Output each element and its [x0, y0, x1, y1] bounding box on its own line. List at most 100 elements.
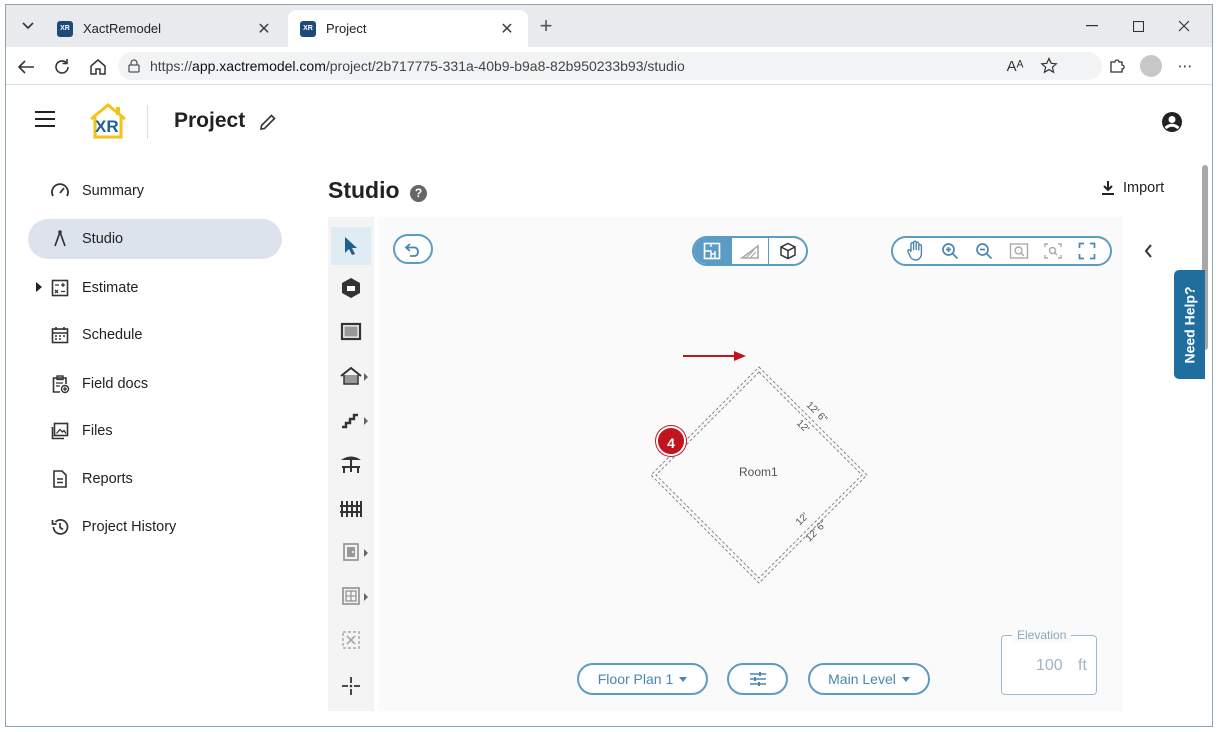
read-aloud-icon: Aᴬ — [1006, 57, 1024, 75]
elevation-field[interactable]: Elevation 100 ft — [1001, 628, 1097, 695]
drawing-toolbar — [328, 217, 374, 711]
floor-plan-dropdown[interactable]: Floor Plan 1 — [577, 663, 708, 695]
close-icon[interactable]: ✕ — [498, 19, 516, 39]
sidebar-item-label: Studio — [82, 231, 124, 247]
deck-umbrella-icon — [341, 456, 361, 473]
sidebar-item-schedule[interactable]: Schedule — [28, 315, 282, 355]
level-dropdown[interactable]: Main Level — [808, 663, 930, 695]
account-button[interactable] — [1161, 111, 1183, 133]
profile-button[interactable] — [1136, 51, 1166, 81]
url-path: /project/2b717775-331a-40b9-b9a8-82b9502… — [325, 58, 685, 74]
maximize-button[interactable] — [1115, 13, 1161, 39]
sidebar-item-studio[interactable]: Studio — [28, 219, 282, 259]
door-tool[interactable] — [331, 533, 371, 571]
level-label: Main Level — [828, 671, 896, 687]
sliders-icon — [749, 672, 766, 686]
tab-search-button[interactable] — [13, 13, 43, 39]
refresh-button[interactable] — [50, 55, 74, 79]
sidebar-item-label: Reports — [82, 471, 133, 487]
sidebar-item-estimate[interactable]: Estimate — [28, 268, 282, 308]
compass-icon — [54, 230, 66, 247]
submenu-caret-icon — [364, 417, 368, 425]
sidebar-item-summary[interactable]: Summary — [28, 171, 282, 211]
read-aloud-button[interactable]: Aᴬ — [1000, 51, 1030, 81]
floor-plan-canvas[interactable]: Room1 12' 6" 12' 12' 12' 6" Floor Plan 1… — [378, 217, 1123, 711]
document-icon — [53, 470, 67, 488]
menu-button[interactable] — [35, 111, 55, 127]
import-button[interactable]: Import — [1101, 180, 1164, 196]
xactremodel-logo[interactable]: XR — [87, 101, 129, 141]
speedometer-icon — [51, 183, 69, 197]
stairs-tool[interactable] — [331, 401, 371, 439]
submenu-caret-icon — [364, 373, 368, 381]
deck-tool[interactable] — [331, 445, 371, 483]
address-bar: https://app.xactremodel.com/project/2b71… — [6, 47, 1212, 85]
window-tool[interactable] — [331, 577, 371, 615]
account-circle-icon — [1162, 112, 1182, 132]
settings-sliders-button[interactable] — [727, 663, 788, 695]
sidebar-item-label: Estimate — [82, 280, 139, 296]
door-icon — [343, 543, 359, 561]
menu-icon-line — [35, 118, 55, 120]
sidebar-item-label: Summary — [82, 183, 145, 199]
home-button[interactable] — [86, 55, 110, 79]
sidebar-item-reports[interactable]: Reports — [28, 459, 282, 499]
tab-xactremodel[interactable]: XR XactRemodel ✕ — [45, 10, 285, 47]
roof-tool[interactable] — [331, 357, 371, 395]
point-tool[interactable] — [331, 667, 371, 705]
header-divider — [147, 105, 148, 139]
history-icon — [51, 519, 69, 535]
room-3d-tool[interactable] — [331, 269, 371, 307]
sidebar-item-project-history[interactable]: Project History — [28, 507, 282, 547]
app-root: XR Project Summary Studio Estimate Sched… — [11, 87, 1208, 722]
new-tab-button[interactable]: + — [534, 15, 558, 37]
house-icon — [340, 366, 362, 385]
url-text: https://app.xactremodel.com/project/2b71… — [150, 58, 685, 74]
more-icon: ⋯ — [1177, 58, 1193, 75]
arrow-left-icon — [17, 60, 34, 74]
need-help-label: Need Help? — [1181, 285, 1198, 364]
url-domain: app.xactremodel.com — [192, 58, 326, 74]
missing-wall-tool[interactable] — [331, 621, 371, 659]
extensions-button[interactable] — [1102, 51, 1132, 81]
profile-avatar-icon — [1140, 55, 1162, 77]
sidebar-item-field-docs[interactable]: Field docs — [28, 364, 282, 404]
fence-icon — [340, 501, 362, 517]
minimize-button[interactable] — [1069, 13, 1115, 39]
collapse-panel-button[interactable] — [1139, 241, 1159, 261]
window-close-button[interactable] — [1161, 13, 1207, 39]
import-label: Import — [1123, 180, 1165, 196]
browser-window: XR XactRemodel ✕ XR Project ✕ + https://… — [5, 4, 1213, 727]
select-tool[interactable] — [331, 227, 371, 265]
cursor-arrow-icon — [345, 237, 357, 255]
browser-actions: ⋯ — [1102, 51, 1200, 81]
edit-project-button[interactable] — [259, 113, 277, 131]
tab-project[interactable]: XR Project ✕ — [288, 10, 528, 47]
caret-down-icon — [901, 676, 910, 682]
close-icon[interactable]: ✕ — [255, 19, 273, 39]
back-button[interactable] — [14, 55, 38, 79]
refresh-icon — [55, 59, 69, 74]
browser-menu-button[interactable]: ⋯ — [1170, 51, 1200, 81]
fence-tool[interactable] — [331, 489, 371, 527]
elevation-unit: ft — [1078, 657, 1087, 674]
app-header: XR Project — [11, 87, 1201, 157]
caret-down-icon — [679, 676, 688, 682]
callout-arrow — [683, 351, 746, 361]
sidebar-item-label: Project History — [82, 519, 177, 535]
sidebar-item-files[interactable]: Files — [28, 411, 282, 451]
help-icon[interactable]: ? — [410, 185, 427, 202]
need-help-tab[interactable]: Need Help? — [1174, 270, 1205, 379]
page-scrollbar[interactable] — [1201, 157, 1209, 722]
home-icon — [90, 59, 106, 75]
step-callout-badge: 4 — [656, 426, 686, 456]
wall-tool[interactable] — [331, 313, 371, 351]
url-input[interactable]: https://app.xactremodel.com/project/2b71… — [118, 52, 1102, 80]
favorite-button[interactable] — [1034, 51, 1064, 81]
room-name-label[interactable]: Room1 — [739, 465, 778, 479]
submenu-caret-icon — [364, 593, 368, 601]
project-title: Project — [174, 109, 246, 132]
expand-caret-icon[interactable] — [36, 282, 42, 292]
window-icon — [342, 587, 360, 605]
lock-icon — [128, 59, 140, 73]
